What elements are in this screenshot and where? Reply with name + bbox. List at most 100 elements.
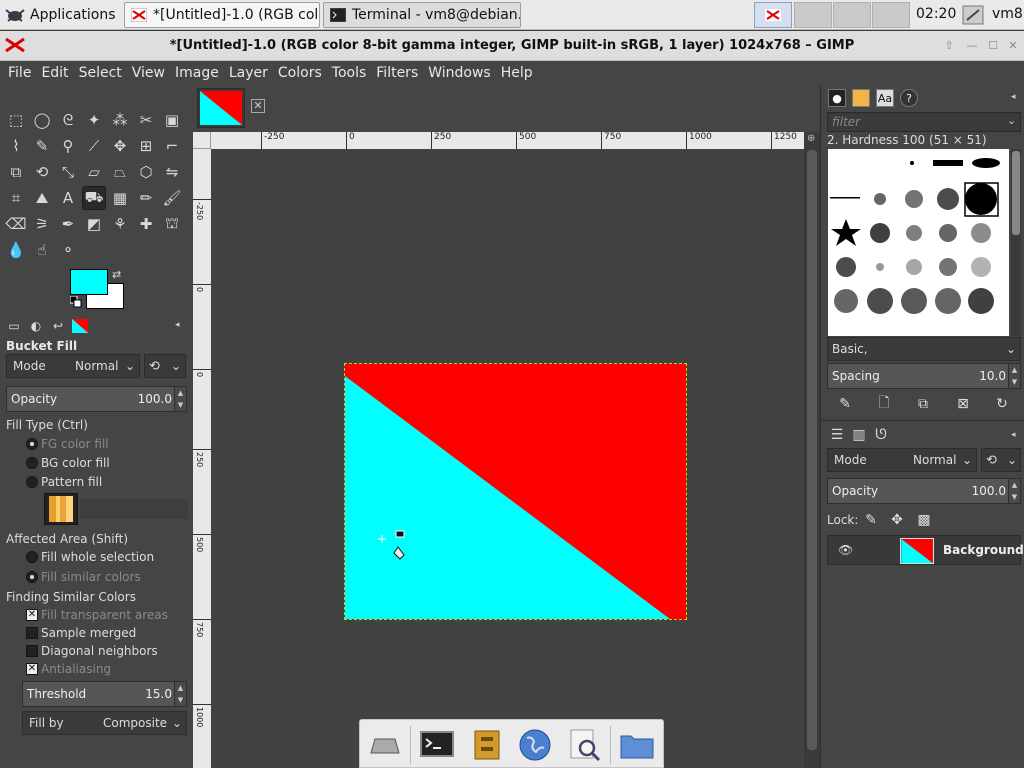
tool-options-tab-icon[interactable]: ▭ [6, 318, 22, 334]
layer-row-background[interactable]: 👁 Background [827, 535, 1024, 565]
layer-name[interactable]: Background [943, 543, 1024, 557]
taskbar-window-terminal[interactable]: Terminal - vm8@debian... [323, 2, 521, 28]
workspace-1[interactable] [754, 2, 792, 28]
menu-colors[interactable]: Colors [273, 61, 327, 86]
opacity-slider[interactable]: Opacity 100.0 ▲ ▼ [6, 386, 187, 412]
perspective-icon[interactable]: ⏢ [108, 160, 132, 184]
3d-transform-icon[interactable]: ⬡ [134, 160, 158, 184]
menu-file[interactable]: File [3, 61, 36, 86]
spacing-spin[interactable]: ▲ ▼ [1008, 364, 1020, 388]
reset-colors-icon[interactable] [70, 296, 82, 308]
perspective-clone-icon[interactable]: ⛫ [160, 212, 184, 236]
lock-alpha-icon[interactable]: ▩ [915, 511, 933, 529]
threshold-spin[interactable]: ▲ ▼ [174, 682, 186, 706]
fill-whole-selection-radio[interactable] [26, 551, 38, 563]
workspace-3[interactable] [833, 2, 871, 28]
rotate-icon[interactable]: ⟲ [30, 160, 54, 184]
fg-color-fill-radio[interactable] [26, 438, 38, 450]
file-manager-launcher-icon[interactable] [468, 726, 506, 764]
scrollbar-thumb[interactable] [807, 150, 817, 750]
menu-image[interactable]: Image [170, 61, 224, 86]
menu-filters[interactable]: Filters [371, 61, 423, 86]
pattern-swatch[interactable] [44, 493, 78, 525]
spacing-slider[interactable]: Spacing 10.0 ▲ ▼ [827, 363, 1021, 389]
fg-color-fill-label[interactable]: FG color fill [41, 437, 109, 451]
fill-by-combo[interactable]: Fill by Composite ⌄ [22, 711, 187, 735]
threshold-slider[interactable]: Threshold 15.0 ▲ ▼ [22, 681, 187, 707]
help-tab-icon[interactable]: ? [900, 89, 918, 107]
eraser-icon[interactable]: ⌫ [4, 212, 28, 236]
fill-transparent-label[interactable]: Fill transparent areas [41, 608, 168, 622]
align-icon[interactable]: ⊞ [134, 134, 158, 158]
pattern-fill-label[interactable]: Pattern fill [41, 475, 102, 489]
fill-transparent-checkbox[interactable]: ✕ [26, 609, 38, 621]
menu-edit[interactable]: Edit [36, 61, 73, 86]
smudge-icon[interactable]: ☝ [30, 238, 54, 262]
configure-tab-icon[interactable]: ◂ [1011, 430, 1016, 440]
taskbar-window-gimp[interactable]: *[Untitled]-1.0 (RGB col... [124, 2, 320, 28]
images-tab-icon[interactable] [72, 318, 88, 334]
show-desktop-icon[interactable] [366, 726, 404, 764]
pencil-icon[interactable]: ✏ [134, 186, 158, 210]
select-by-color-icon[interactable]: ⁂ [108, 108, 132, 132]
sample-merged-checkbox[interactable] [26, 627, 38, 639]
paths-tab-icon[interactable]: ᘎ [872, 426, 890, 444]
layer-composite-combo[interactable]: ⟲ ⌄ [981, 448, 1021, 472]
antialiasing-checkbox[interactable]: ✕ [26, 663, 38, 675]
gradient-icon[interactable]: ▦ [108, 186, 132, 210]
menu-layer[interactable]: Layer [224, 61, 273, 86]
applications-menu[interactable]: Applications [4, 3, 116, 27]
minimize-icon[interactable]: — [965, 39, 979, 53]
cage-transform-icon[interactable]: ⌗ [4, 186, 28, 210]
folder-launcher-icon[interactable] [618, 726, 656, 764]
diagonal-neighbors-label[interactable]: Diagonal neighbors [41, 644, 158, 658]
image-canvas[interactable] [344, 363, 687, 620]
brush-grid[interactable] [828, 149, 1009, 336]
foreground-select-icon[interactable]: ▣ [160, 108, 184, 132]
paintbrush-icon[interactable]: 🖌 [160, 186, 184, 210]
ellipse-select-icon[interactable]: ◯ [30, 108, 54, 132]
bg-color-fill-radio[interactable] [26, 457, 38, 469]
network-icon[interactable] [961, 4, 985, 26]
heal-icon[interactable]: ✚ [134, 212, 158, 236]
configure-tab-icon[interactable]: ◂ [1011, 92, 1016, 102]
bg-color-fill-label[interactable]: BG color fill [41, 456, 110, 470]
chevron-down-icon[interactable]: ⌄ [1007, 114, 1016, 127]
crop-icon[interactable]: ⌐ [160, 134, 184, 158]
configure-tab-icon[interactable]: ◂ [175, 320, 180, 330]
terminal-launcher-icon[interactable] [418, 726, 456, 764]
close-icon[interactable]: ✕ [1006, 39, 1020, 53]
quick-mask-corner[interactable] [193, 132, 211, 149]
patterns-tab-icon[interactable] [852, 89, 870, 107]
rect-select-icon[interactable]: ⬚ [4, 108, 28, 132]
sample-merged-label[interactable]: Sample merged [41, 626, 136, 640]
web-browser-launcher-icon[interactable] [516, 726, 554, 764]
brush-scrollbar[interactable] [1011, 149, 1021, 336]
fuzzy-select-icon[interactable]: ✦ [82, 108, 106, 132]
layer-mode-combo[interactable]: Mode Normal ⌄ [827, 448, 977, 472]
fonts-tab-icon[interactable]: Aa [876, 89, 894, 107]
blur-icon[interactable]: 💧 [4, 238, 28, 262]
user-name[interactable]: vm8 [992, 6, 1023, 22]
color-picker-icon[interactable]: ✎ [30, 134, 54, 158]
edit-brush-icon[interactable]: ✎ [836, 395, 854, 413]
airbrush-icon[interactable]: ⚞ [30, 212, 54, 236]
brush-scrollbar-thumb[interactable] [1012, 151, 1020, 235]
mode-reverse-combo[interactable]: ⟲ ⌄ [144, 354, 186, 378]
menu-view[interactable]: View [127, 61, 170, 86]
swap-colors-icon[interactable]: ⇄ [112, 268, 121, 281]
zoom-icon[interactable]: ⚲ [56, 134, 80, 158]
layers-tab-icon[interactable]: ☰ [828, 426, 846, 444]
shear-icon[interactable]: ▱ [82, 160, 106, 184]
eye-icon[interactable]: 👁 [838, 543, 853, 557]
fill-similar-colors-label[interactable]: Fill similar colors [41, 570, 141, 584]
menu-select[interactable]: Select [74, 61, 127, 86]
menu-help[interactable]: Help [496, 61, 538, 86]
new-brush-icon[interactable]: 🗋 [875, 395, 893, 413]
vertical-scrollbar[interactable]: ⊕ [804, 132, 820, 768]
workspace-2[interactable] [794, 2, 832, 28]
layer-opacity-slider[interactable]: Opacity 100.0 ▲ ▼ [827, 478, 1021, 504]
mode-combo[interactable]: Mode Normal ⌄ [6, 354, 140, 378]
antialiasing-label[interactable]: Antialiasing [41, 662, 111, 676]
app-finder-launcher-icon[interactable] [566, 726, 604, 764]
